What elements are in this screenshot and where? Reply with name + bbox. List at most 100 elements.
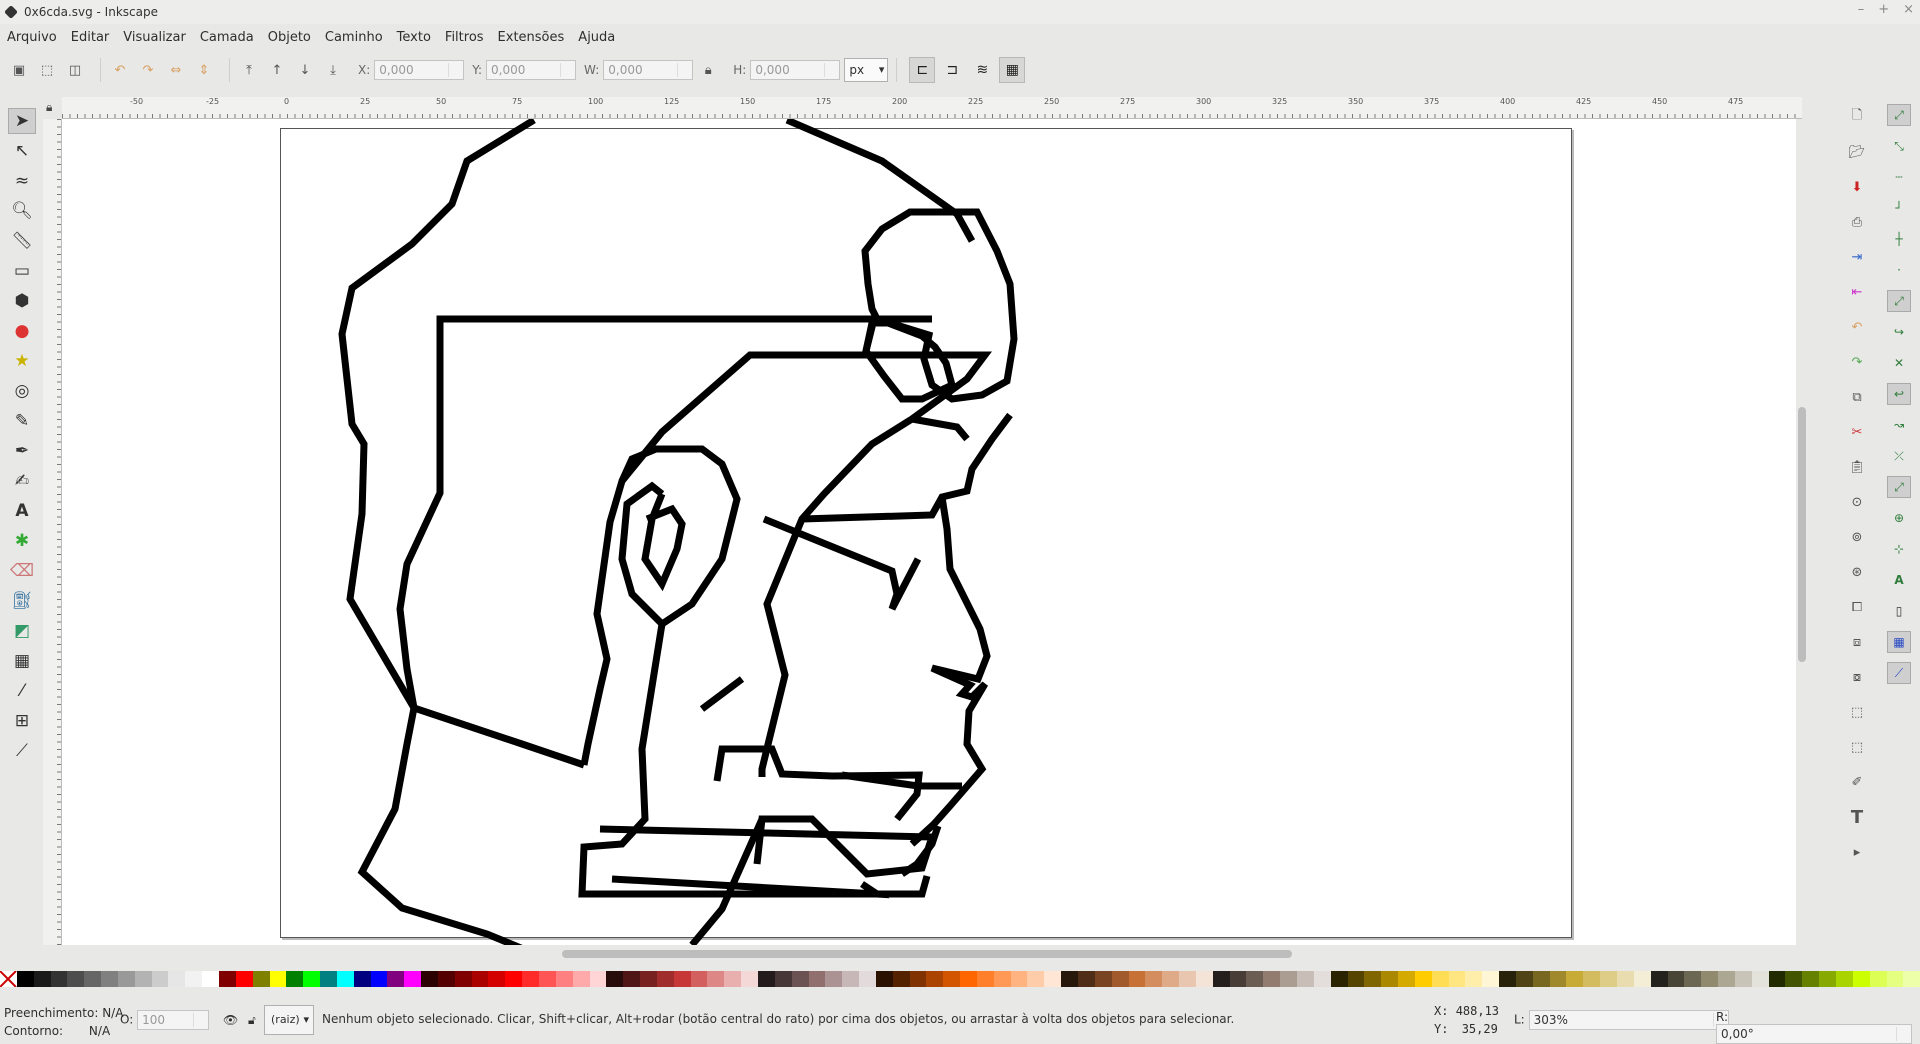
vertical-scrollbar[interactable] (1796, 119, 1808, 945)
menu-arquivo[interactable]: Arquivo (0, 30, 64, 45)
h-input[interactable]: 0,000 (750, 60, 841, 80)
zoom-input[interactable]: 303% (1528, 1010, 1729, 1030)
paint-bucket-tool-icon[interactable]: ⛽︎ (8, 588, 36, 614)
menu-filtros[interactable]: Filtros (438, 30, 491, 45)
close-button[interactable]: × (1903, 2, 1914, 17)
pen-tool-icon[interactable]: ✒ (8, 438, 36, 464)
color-swatch[interactable] (16, 971, 34, 987)
color-swatch[interactable] (235, 971, 253, 987)
rotation-input[interactable]: 0,00° (1716, 1024, 1912, 1044)
color-swatch[interactable] (134, 971, 152, 987)
color-swatch[interactable] (1903, 971, 1920, 987)
color-swatch[interactable] (791, 971, 809, 987)
color-swatch[interactable] (1027, 971, 1045, 987)
color-swatch[interactable] (1869, 971, 1887, 987)
color-swatch[interactable] (673, 971, 691, 987)
color-swatch[interactable] (960, 971, 977, 987)
vertical-ruler[interactable] (43, 119, 62, 945)
color-swatch[interactable] (1330, 971, 1348, 987)
maximize-button[interactable]: + (1878, 2, 1889, 17)
color-swatch[interactable] (286, 971, 304, 987)
snap-bbox-center-icon[interactable]: · (1887, 259, 1911, 281)
menu-extensoes[interactable]: Extensões (491, 30, 572, 45)
snap-path-intersection-icon[interactable]: ✕ (1887, 352, 1911, 374)
color-swatch[interactable] (1684, 971, 1702, 987)
color-swatch[interactable] (1263, 971, 1281, 987)
color-swatch[interactable] (656, 971, 674, 987)
menu-objeto[interactable]: Objeto (261, 30, 318, 45)
move-gradients-icon[interactable]: ≋ (969, 57, 995, 83)
color-swatch[interactable] (1819, 971, 1836, 987)
color-swatch[interactable] (1179, 971, 1196, 987)
snap-nodes-icon[interactable]: ⤢ (1887, 290, 1911, 312)
unit-select[interactable]: px (844, 58, 889, 82)
color-swatch[interactable] (1532, 971, 1550, 987)
color-swatch[interactable] (1583, 971, 1601, 987)
color-swatch[interactable] (1701, 971, 1719, 987)
menu-ajuda[interactable]: Ajuda (571, 30, 622, 45)
color-swatch[interactable] (690, 971, 708, 987)
unlink-clone-icon[interactable]: ⧇ (1844, 664, 1870, 690)
lpe-tool-icon[interactable]: ⟋ (8, 738, 36, 764)
color-swatch[interactable] (1094, 971, 1112, 987)
color-swatch[interactable] (623, 971, 641, 987)
color-swatch[interactable] (1078, 971, 1095, 987)
color-swatch[interactable] (1633, 971, 1651, 987)
copy-icon[interactable]: ⧉ (1844, 384, 1870, 410)
menu-camada[interactable]: Camada (193, 30, 261, 45)
flip-horizontal-icon[interactable]: ⇔ (165, 59, 187, 81)
color-swatch[interactable] (1785, 971, 1803, 987)
raise-to-top-icon[interactable]: ⤒ (238, 59, 260, 81)
color-swatch[interactable] (33, 971, 51, 987)
y-input[interactable]: 0,000 (486, 60, 577, 80)
color-swatch[interactable] (1347, 971, 1365, 987)
visibility-icon[interactable]: 👁︎ (223, 1013, 238, 1027)
menu-visualizar[interactable]: Visualizar (116, 30, 193, 45)
color-swatch[interactable] (1044, 971, 1062, 987)
color-swatch[interactable] (522, 971, 539, 987)
color-swatch[interactable] (370, 971, 388, 987)
zoom-page-icon[interactable]: ⊛ (1844, 559, 1870, 585)
color-swatch[interactable] (168, 971, 186, 987)
color-swatch[interactable] (454, 971, 472, 987)
color-swatch[interactable] (185, 971, 203, 987)
snap-bbox-icon[interactable]: ⤡ (1887, 135, 1911, 157)
duplicate-icon[interactable]: ⧠ (1844, 594, 1870, 620)
color-swatch[interactable] (741, 971, 758, 987)
lock-ratio-icon[interactable]: 🔒︎ (697, 59, 719, 81)
color-swatch[interactable] (1617, 971, 1634, 987)
fill-stroke-indicator[interactable]: Preenchimento: N/A Contorno: N/A (4, 1004, 123, 1040)
snap-midpoints-icon[interactable]: ⤫ (1887, 445, 1911, 467)
redo-icon[interactable]: ↷ (1844, 349, 1870, 375)
scale-corners-icon[interactable]: ⊐ (939, 57, 965, 83)
color-swatch[interactable] (1667, 971, 1685, 987)
snap-smooth-nodes-icon[interactable]: ↝ (1887, 414, 1911, 436)
eraser-tool-icon[interactable]: ⌫ (8, 558, 36, 584)
color-swatch[interactable] (572, 971, 590, 987)
color-swatch[interactable] (1246, 971, 1264, 987)
color-swatch[interactable] (926, 971, 944, 987)
w-input[interactable]: 0,000 (603, 60, 694, 80)
color-swatch[interactable] (1886, 971, 1904, 987)
tweak-tool-icon[interactable]: ≈ (8, 168, 36, 194)
cut-icon[interactable]: ✂ (1844, 419, 1870, 445)
clone-icon[interactable]: ⧈ (1844, 629, 1870, 655)
no-paint-swatch[interactable] (0, 971, 17, 987)
color-swatch[interactable] (252, 971, 270, 987)
snap-bbox-edge-icon[interactable]: ┄ (1887, 166, 1911, 188)
snap-text-baseline-icon[interactable]: A (1887, 569, 1911, 591)
lower-icon[interactable]: ↓ (294, 59, 316, 81)
gradient-tool-icon[interactable]: ◩ (8, 618, 36, 644)
rotate-cw-icon[interactable]: ↷ (137, 59, 159, 81)
color-palette[interactable] (0, 971, 1920, 987)
color-swatch[interactable] (842, 971, 860, 987)
color-swatch[interactable] (1566, 971, 1584, 987)
color-swatch[interactable] (1734, 971, 1752, 987)
color-swatch[interactable] (505, 971, 523, 987)
fill-stroke-icon[interactable]: ✐ (1844, 769, 1870, 795)
zoom-drawing-icon[interactable]: ⊚ (1844, 524, 1870, 550)
group-icon[interactable]: ⬚ (1844, 699, 1870, 725)
color-swatch[interactable] (1195, 971, 1213, 987)
import-icon[interactable]: ⇥ (1844, 244, 1870, 270)
color-swatch[interactable] (1549, 971, 1567, 987)
